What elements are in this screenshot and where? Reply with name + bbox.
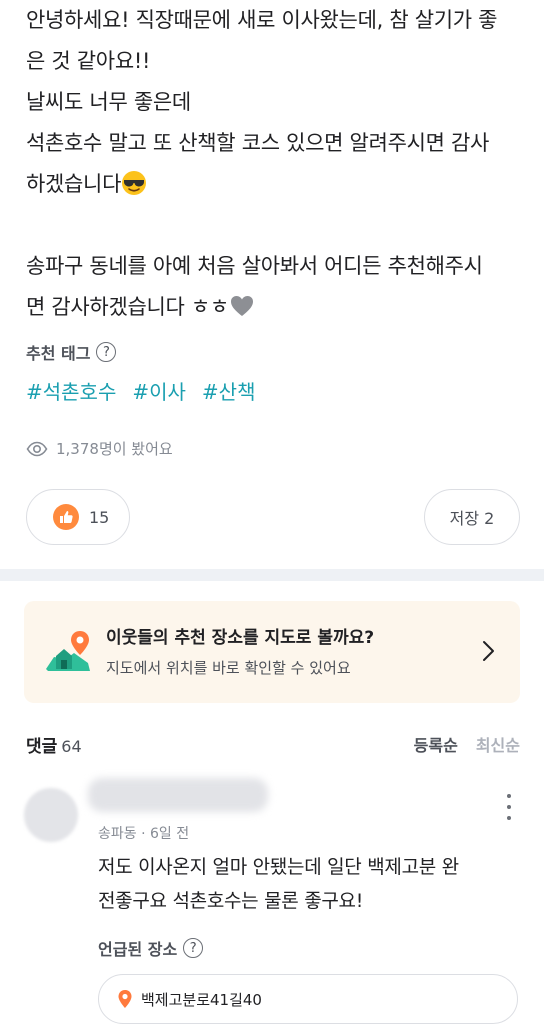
help-icon[interactable]: ? [183, 938, 204, 958]
like-button[interactable]: 15 [26, 489, 130, 545]
post-line: 송파구 동네를 아예 처음 살아봐서 어디든 추천해주시 [26, 254, 483, 278]
save-label: 저장 2 [449, 509, 495, 528]
sort-by-latest[interactable]: 최신순 [476, 732, 520, 756]
post-line: 석촌호수 말고 또 산책할 코스 있으면 알려주시면 감사 [26, 131, 490, 155]
recommended-tags-title: 추천 태그 ? [26, 340, 117, 364]
comment-sort: 등록순 최신순 [414, 732, 520, 756]
map-banner[interactable]: 이웃들의 추천 장소를 지도로 볼까요? 지도에서 위치를 바로 확인할 수 있… [24, 601, 520, 703]
comments-count: 64 [61, 737, 82, 756]
thumbs-up-icon [53, 504, 79, 530]
tag-seokchon-lake[interactable]: #석촌호수 [26, 376, 116, 405]
blurred-author-name [88, 778, 268, 812]
more-options-icon[interactable] [506, 794, 512, 820]
banner-subtitle: 지도에서 위치를 바로 확인할 수 있어요 [106, 659, 351, 677]
map-pin-house-icon [46, 631, 90, 671]
chevron-right-icon [483, 641, 494, 661]
avatar[interactable] [24, 788, 78, 842]
view-count: 1,378명이 봤어요 [26, 438, 173, 459]
like-count: 15 [89, 507, 110, 527]
sort-by-registration[interactable]: 등록순 [414, 732, 458, 756]
eye-icon [26, 441, 48, 456]
post-body: 안녕하세요! 직장때문에 새로 이사왔는데, 참 살기가 좋 은 것 같아요!!… [26, 0, 526, 328]
location-pin-icon [118, 990, 132, 1008]
comment-meta: 송파동 · 6일 전 [98, 826, 190, 842]
mentioned-place-title: 언급된 장소 ? [98, 936, 204, 960]
comment-text: 저도 이사온지 얼마 안됐는데 일단 백제고분 완 전좋구요 석촌호수는 물론 … [98, 856, 459, 912]
post-line-with-emoji: 하겠습니다 [26, 164, 526, 205]
tag-moving[interactable]: #이사 [132, 376, 186, 405]
post-line: 은 것 같아요!! [26, 49, 151, 73]
post-line: 날씨도 너무 좋은데 [26, 90, 191, 114]
help-icon[interactable]: ? [96, 342, 117, 362]
comments-header: 댓글 64 [26, 732, 82, 757]
tag-list: #석촌호수 #이사 #산책 [26, 376, 255, 405]
sunglasses-emoji-icon [122, 171, 147, 195]
section-divider [0, 569, 544, 581]
tag-walk[interactable]: #산책 [202, 376, 256, 405]
post-line: 안녕하세요! 직장때문에 새로 이사왔는데, 참 살기가 좋 [26, 8, 498, 32]
post-line-with-emoji: 면 감사하겠습니다 ㅎㅎ [26, 287, 526, 328]
banner-title: 이웃들의 추천 장소를 지도로 볼까요? [106, 628, 375, 648]
comments-title: 댓글 [26, 737, 58, 757]
grey-heart-emoji-icon [230, 296, 253, 316]
place-chip[interactable]: 백제고분로41길40 [98, 974, 518, 1024]
save-button[interactable]: 저장 2 [424, 489, 520, 545]
place-name: 백제고분로41길40 [141, 990, 262, 1009]
